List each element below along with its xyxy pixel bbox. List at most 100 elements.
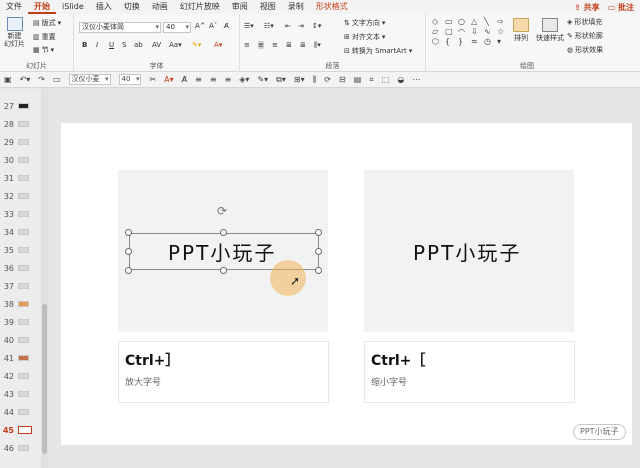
block-arrow-shape-icon[interactable]: ⇩ [471,27,483,36]
thumbnails-scrollbar[interactable] [41,89,48,468]
change-case-button[interactable]: Aa▾ [169,41,182,49]
thumbnail-28[interactable]: 28 [0,115,40,133]
rotate-handle-icon[interactable]: ⟳ [217,204,227,218]
tab-home[interactable]: 开始 [28,0,56,14]
slide[interactable]: PPT小玩子 ⟳ ➚ Ctrl+］ 放大字号 PPT小玩子 Ctrl+［ 缩小字… [61,123,632,445]
circle-shape-icon[interactable]: ○ [458,17,470,26]
thumbnail-36[interactable]: 36 [0,259,40,277]
resize-handle-nw[interactable] [125,229,132,236]
thumbnail-27[interactable]: 27 [0,97,40,115]
align-objects-icon[interactable]: ⊟ [339,75,346,84]
format-painter-icon[interactable]: ✂ [149,75,156,84]
increase-indent-button[interactable]: ⇥ [298,22,304,30]
tab-view[interactable]: 视图 [254,0,282,14]
reset-button[interactable]: ▥ 重置 [33,32,56,42]
thumbnail-34[interactable]: 34 [0,223,40,241]
brace-shape-icon[interactable]: { [445,37,457,46]
bold-button[interactable]: B [82,41,87,49]
more-icon[interactable]: ⋯ [412,75,420,84]
strike-button[interactable]: S [122,41,126,49]
clear-format-button[interactable]: A̸ [224,22,229,30]
save-icon[interactable]: ▣ [4,75,12,84]
parallelogram-shape-icon[interactable]: ▱ [432,27,444,36]
shape-effects-button[interactable]: ◍ 形状效果 [567,45,603,55]
quick-styles-button[interactable]: 快速样式 [536,18,564,43]
rectangle-shape-icon[interactable]: ▭ [445,17,457,26]
convert-smartart-button[interactable]: ⊟ 转换为 SmartArt ▾ [344,46,412,56]
star-shape-icon[interactable]: ☆ [497,27,509,36]
tab-insert[interactable]: 插入 [90,0,118,14]
numbering-button[interactable]: ☷▾ [264,22,274,30]
font-color-button[interactable]: A▾ [214,41,222,49]
right-card-caption[interactable]: Ctrl+［ 缩小字号 [364,341,575,403]
tab-record[interactable]: 录制 [282,0,310,14]
tab-transitions[interactable]: 切换 [118,0,146,14]
resize-handle-n[interactable] [220,229,227,236]
fill-color-icon[interactable]: ◈▾ [239,75,249,84]
line-shape-icon[interactable]: ╲ [484,17,496,26]
arrange-icon[interactable]: ⧉▾ [276,75,286,85]
clear-format-icon[interactable]: A̸ [182,75,187,84]
bracket-shape-icon[interactable]: } [458,37,470,46]
thumbnail-35[interactable]: 35 [0,241,40,259]
char-spacing-button[interactable]: ab [134,41,143,49]
tab-review[interactable]: 审阅 [226,0,254,14]
align-left-icon[interactable]: ≡ [195,75,202,84]
char-spacing-dropdown[interactable]: AV [152,41,161,49]
underline-button[interactable]: U [109,41,114,49]
share-button[interactable]: ⇪ 共享 [574,2,600,13]
columns-button[interactable]: ⫼▾ [314,41,321,50]
thumbnail-33[interactable]: 33 [0,205,40,223]
decrease-indent-button[interactable]: ⇤ [285,22,291,30]
shape-fill-button[interactable]: ◈ 形状填充 [567,17,602,27]
justify-button[interactable]: ≣ [286,41,292,49]
qat-font-select[interactable]: 汉仪小麦 [68,74,111,85]
resize-handle-se[interactable] [315,267,322,274]
eyedropper-icon[interactable]: ◒ [397,75,404,84]
resize-handle-w[interactable] [125,248,132,255]
tab-shape-format[interactable]: 形状格式 [310,0,354,14]
select-icon[interactable]: ⬚ [382,75,390,84]
font-color-icon[interactable]: A▾ [164,75,174,84]
diamond-shape-icon[interactable]: ◇ [432,17,444,26]
layout-button[interactable]: ▤ 版式 ▾ [33,18,61,28]
thumbnail-42[interactable]: 42 [0,367,40,385]
align-right-icon[interactable]: ≡ [225,75,232,84]
thumbnail-32[interactable]: 32 [0,187,40,205]
resize-handle-s[interactable] [220,267,227,274]
rotate-icon[interactable]: ⟳ [324,75,331,84]
thumbnail-44[interactable]: 44 [0,403,40,421]
thumbnail-46[interactable]: 46 [0,439,40,457]
present-icon[interactable]: ▭ [53,75,61,84]
align-text-button[interactable]: ⊞ 对齐文本 ▾ [344,32,385,42]
shapes-gallery[interactable]: ◇ ▭ ○ △ ╲ ⇨ ▱ ▢ ◠ ⇩ ∿ ☆ ⬡ { } ≈ ◷ ▾ [432,17,510,46]
thumbnail-41[interactable]: 41 [0,349,40,367]
text-direction-button[interactable]: ⇅ 文字方向 ▾ [344,18,385,28]
wave-shape-icon[interactable]: ≈ [471,37,483,46]
resize-handle-sw[interactable] [125,267,132,274]
scrollbar-thumb[interactable] [42,304,47,454]
comments-button[interactable]: ▭ 批注 [608,2,634,13]
thumbnail-45[interactable]: 45 [0,421,40,439]
tab-slideshow[interactable]: 幻灯片放映 [174,0,226,14]
font-size-select[interactable]: 40 [163,22,191,33]
right-card-text[interactable]: PPT小玩子 [413,237,521,266]
thumbnail-37[interactable]: 37 [0,277,40,295]
left-card-caption[interactable]: Ctrl+］ 放大字号 [118,341,329,403]
text-box-icon[interactable]: ▤ [354,75,362,84]
line-spacing-button[interactable]: ↕▾ [312,22,321,30]
triangle-shape-icon[interactable]: △ [471,17,483,26]
thumbnail-39[interactable]: 39 [0,313,40,331]
section-button[interactable]: ▦ 节 ▾ [33,45,54,55]
align-center-button[interactable]: ≡ [258,41,264,49]
arrange-button[interactable]: 排列 [513,18,529,43]
font-name-select[interactable]: 汉仪小麦体简 [79,22,161,33]
align-center-icon[interactable]: ≡ [210,75,217,84]
highlight-button[interactable]: ✎▾ [192,41,201,49]
align-right-button[interactable]: ≡ [272,41,278,49]
group-icon[interactable]: ⊞▾ [294,75,305,84]
thumbnail-43[interactable]: 43 [0,385,40,403]
crop-icon[interactable]: ⌗ [369,75,374,85]
bullets-button[interactable]: ☰▾ [244,22,254,30]
align-left-button[interactable]: ≡ [244,41,250,49]
